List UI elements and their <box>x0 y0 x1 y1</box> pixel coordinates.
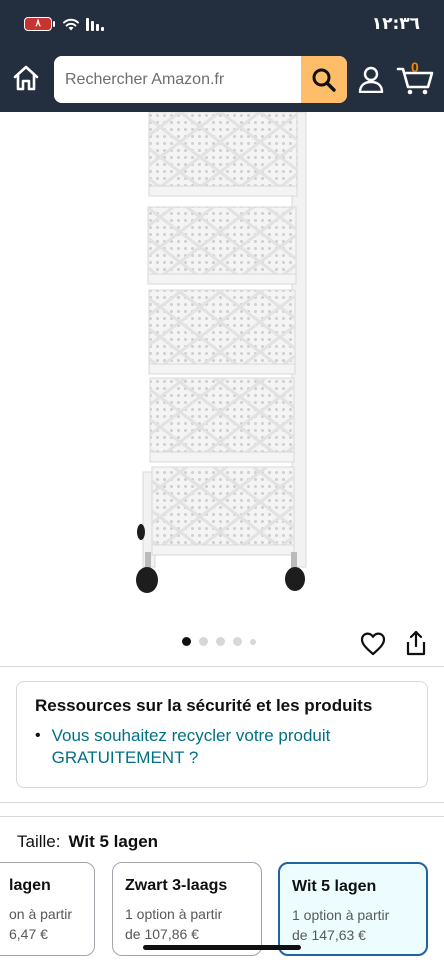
recycle-link[interactable]: Vous souhaitez recycler votre produit GR… <box>52 725 409 769</box>
option-name: lagen <box>9 877 51 894</box>
carousel-dot[interactable] <box>216 637 225 646</box>
storage-cart-image <box>136 111 307 593</box>
safety-resources-card: Ressources sur la sécurité et les produi… <box>16 681 428 788</box>
carousel-dot[interactable] <box>199 637 208 646</box>
carousel-dots[interactable] <box>182 637 256 646</box>
app-header: 0 <box>0 47 444 112</box>
safety-title: Ressources sur la sécurité et les produi… <box>35 696 373 715</box>
basket-3 <box>148 289 296 375</box>
wifi-icon <box>63 18 79 30</box>
home-icon[interactable] <box>11 63 41 93</box>
size-option-selected[interactable]: Wit 5 lagen 1 option à partir de 147,63 … <box>278 862 428 956</box>
account-icon[interactable] <box>357 65 385 93</box>
size-selector-header: Taille: Wit 5 lagen <box>17 832 158 852</box>
option-name: Wit 5 lagen <box>292 878 377 895</box>
product-image[interactable] <box>0 111 444 622</box>
option-price: de 147,63 € <box>292 927 366 943</box>
selected-size: Wit 5 lagen <box>68 832 159 851</box>
size-option[interactable]: Zwart 3-laags 1 option à partir de 107,8… <box>112 862 262 956</box>
carousel-dot[interactable] <box>250 638 256 645</box>
option-availability: 1 option à partir <box>292 907 390 923</box>
share-icon[interactable] <box>405 630 427 656</box>
battery-level: ٨ <box>35 18 41 29</box>
divider <box>0 816 444 817</box>
carousel-dot[interactable] <box>233 637 242 646</box>
size-option[interactable]: lagen on à partir 6,47 € <box>0 862 95 956</box>
divider <box>0 666 444 667</box>
basket-2 <box>147 206 297 285</box>
safety-list-item: • Vous souhaitez recycler votre produit … <box>35 725 409 769</box>
clock: ١٢:٣٦ <box>371 13 420 34</box>
battery-icon: ٨ <box>24 16 55 31</box>
cellular-signal-icon <box>86 17 104 31</box>
basket-4 <box>149 377 295 463</box>
option-availability: on à partir <box>9 906 73 922</box>
bullet: • <box>35 727 41 744</box>
search-icon <box>312 68 336 92</box>
option-name: Zwart 3-laags <box>125 877 228 894</box>
basket-1 <box>148 111 298 197</box>
option-price: 6,47 € <box>9 926 48 942</box>
size-label: Taille: <box>17 832 61 851</box>
divider <box>0 802 444 803</box>
option-price: de 107,86 € <box>125 926 199 942</box>
heart-icon[interactable] <box>360 631 386 657</box>
carousel-dot[interactable] <box>182 637 191 646</box>
home-indicator[interactable] <box>143 945 301 950</box>
status-bar: ٨ ١٢:٣٦ <box>0 0 444 47</box>
basket-5 <box>151 466 295 556</box>
cart-count: 0 <box>411 59 419 75</box>
search-bar <box>54 56 347 103</box>
cart-button[interactable]: 0 <box>396 59 434 97</box>
option-availability: 1 option à partir <box>125 906 223 922</box>
search-button[interactable] <box>301 56 347 103</box>
search-input[interactable] <box>54 56 301 103</box>
